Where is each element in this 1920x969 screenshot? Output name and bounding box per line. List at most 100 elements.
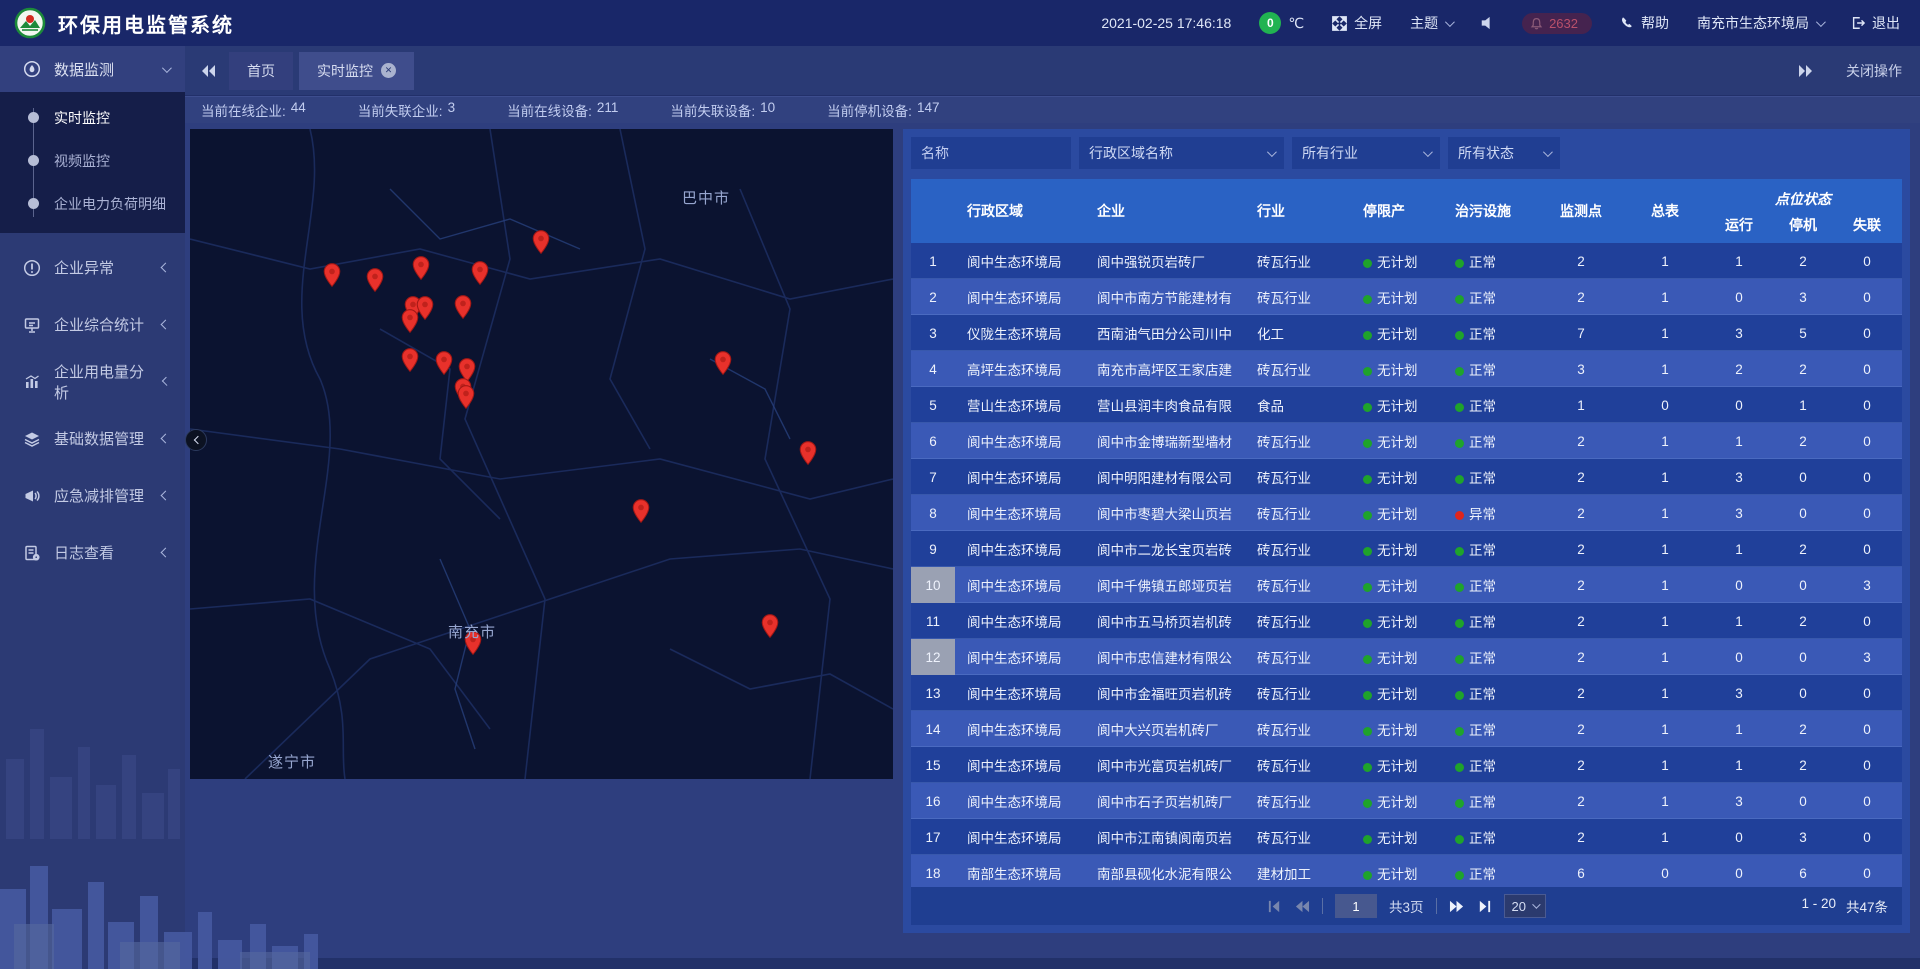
page-size-select[interactable]: 20	[1504, 894, 1546, 918]
fullscreen-button[interactable]: 全屏	[1332, 13, 1382, 33]
status-filter-select[interactable]: 所有状态	[1448, 137, 1560, 169]
table-row[interactable]: 6 阆中生态环境局 阆中市金博瑞新型墙材 砖瓦行业 无计划 正常 2 1 1 2…	[911, 423, 1902, 459]
close-icon[interactable]: ✕	[381, 63, 396, 78]
row-lost-count: 0	[1835, 254, 1899, 269]
bottom-band-decoration	[185, 958, 1920, 969]
row-company: 西南油气田分公司川中	[1085, 323, 1245, 343]
table-row[interactable]: 5 营山生态环境局 营山县润丰肉食品有限 食品 无计划 正常 1 0 0 1 0	[911, 387, 1902, 423]
map-pin-icon[interactable]	[800, 441, 817, 470]
table-row[interactable]: 17 阆中生态环境局 阆中市江南镇阆南页岩 砖瓦行业 无计划 正常 2 1 0 …	[911, 819, 1902, 855]
help-button[interactable]: 帮助	[1620, 13, 1669, 33]
tab-realtime-monitoring[interactable]: 实时监控 ✕	[299, 52, 414, 90]
map-pin-icon[interactable]	[402, 309, 419, 338]
table-row[interactable]: 13 阆中生态环境局 阆中市金福旺页岩机砖 砖瓦行业 无计划 正常 2 1 3 …	[911, 675, 1902, 711]
map-pin-icon[interactable]	[417, 296, 434, 325]
row-running-count: 0	[1707, 398, 1771, 413]
table-row[interactable]: 3 仪陇生态环境局 西南油气田分公司川中 化工 无计划 正常 7 1 3 5 0	[911, 315, 1902, 351]
row-industry: 砖瓦行业	[1245, 467, 1351, 487]
sidebar-item-data-monitoring[interactable]: 数据监测	[0, 46, 185, 92]
table-row[interactable]: 15 阆中生态环境局 阆中市光富页岩机砖厂 砖瓦行业 无计划 正常 2 1 1 …	[911, 747, 1902, 783]
table-row[interactable]: 14 阆中生态环境局 阆中大兴页岩机砖厂 砖瓦行业 无计划 正常 2 1 1 2…	[911, 711, 1902, 747]
tabs-scroll-left-button[interactable]	[195, 64, 223, 78]
row-stopped-count: 2	[1771, 434, 1835, 449]
table-row[interactable]: 12 阆中生态环境局 阆中市忠信建材有限公 砖瓦行业 无计划 正常 2 1 0 …	[911, 639, 1902, 675]
sidebar-item-power-analysis[interactable]: 企业用电量分析	[0, 353, 185, 410]
tab-home[interactable]: 首页	[229, 52, 293, 90]
row-region: 阆中生态环境局	[955, 539, 1085, 559]
table-row[interactable]: 9 阆中生态环境局 阆中市二龙长宝页岩砖 砖瓦行业 无计划 正常 2 1 1 2…	[911, 531, 1902, 567]
sidebar-item-base-data[interactable]: 基础数据管理	[0, 410, 185, 467]
prev-page-button[interactable]	[1294, 899, 1310, 914]
sidebar-item-enterprise-abnormal[interactable]: 企业异常	[0, 239, 185, 296]
table-row[interactable]: 1 阆中生态环境局 阆中强锐页岩砖厂 砖瓦行业 无计划 正常 2 1 1 2 0	[911, 243, 1902, 279]
row-company: 阆中市光富页岩机砖厂	[1085, 755, 1245, 775]
row-stopped-count: 2	[1771, 758, 1835, 773]
map-pin-icon[interactable]	[324, 263, 341, 292]
sidebar-item-log-view[interactable]: 日志查看	[0, 524, 185, 581]
region-filter-select[interactable]: 行政区域名称	[1079, 137, 1284, 169]
table-row[interactable]: 16 阆中生态环境局 阆中市石子页岩机砖厂 砖瓦行业 无计划 正常 2 1 3 …	[911, 783, 1902, 819]
row-monitor-points: 2	[1539, 506, 1623, 521]
map-pin-icon[interactable]	[455, 295, 472, 324]
map-pin-icon[interactable]	[458, 385, 475, 414]
row-monitor-points: 2	[1539, 830, 1623, 845]
industry-filter-select[interactable]: 所有行业	[1292, 137, 1440, 169]
fullscreen-icon	[1332, 16, 1347, 31]
theme-dropdown[interactable]: 主题	[1410, 13, 1452, 33]
row-total-meters: 1	[1623, 686, 1707, 701]
table-row[interactable]: 11 阆中生态环境局 阆中市五马桥页岩机砖 砖瓦行业 无计划 正常 2 1 1 …	[911, 603, 1902, 639]
row-lost-count: 0	[1835, 866, 1899, 881]
tabs-scroll-right-button[interactable]	[1792, 64, 1820, 78]
map-canvas[interactable]: 巴中市南充市遂宁市	[190, 129, 893, 779]
row-running-count: 3	[1707, 506, 1771, 521]
row-industry: 砖瓦行业	[1245, 755, 1351, 775]
row-limit-status: 无计划	[1351, 719, 1443, 739]
table-row[interactable]: 4 高坪生态环境局 南充市高坪区王家店建 砖瓦行业 无计划 正常 3 1 2 2…	[911, 351, 1902, 387]
map-collapse-handle[interactable]	[185, 429, 207, 451]
table-row[interactable]: 10 阆中生态环境局 阆中千佛镇五郎垭页岩 砖瓦行业 无计划 正常 2 1 0 …	[911, 567, 1902, 603]
map-pin-icon[interactable]	[413, 256, 430, 285]
table-row[interactable]: 18 南部生态环境局 南部县砚化水泥有限公 建材加工 无计划 正常 6 0 0 …	[911, 855, 1902, 887]
row-total-meters: 1	[1623, 542, 1707, 557]
sidebar-item-video-monitoring[interactable]: 视频监控	[0, 139, 185, 182]
pagination-bar: 1 共3页 20	[911, 887, 1902, 925]
row-company: 阆中市石子页岩机砖厂	[1085, 791, 1245, 811]
row-monitor-points: 1	[1539, 398, 1623, 413]
row-facility-status: 正常	[1443, 827, 1539, 847]
map-pin-icon[interactable]	[762, 614, 779, 643]
table-row[interactable]: 2 阆中生态环境局 阆中市南方节能建材有 砖瓦行业 无计划 正常 2 1 0 3…	[911, 279, 1902, 315]
map-pin-icon[interactable]	[436, 351, 453, 380]
row-industry: 砖瓦行业	[1245, 791, 1351, 811]
map-pin-icon[interactable]	[402, 348, 419, 377]
mute-button[interactable]	[1480, 16, 1494, 30]
name-filter-input[interactable]	[911, 137, 1071, 169]
row-limit-status: 无计划	[1351, 827, 1443, 847]
table-row[interactable]: 8 阆中生态环境局 阆中市枣碧大梁山页岩 砖瓦行业 无计划 异常 2 1 3 0…	[911, 495, 1902, 531]
map-pin-icon[interactable]	[633, 499, 650, 528]
map-pin-icon[interactable]	[533, 230, 550, 259]
row-industry: 砖瓦行业	[1245, 575, 1351, 595]
table-row[interactable]: 7 阆中生态环境局 阆中明阳建材有限公司 砖瓦行业 无计划 正常 2 1 3 0…	[911, 459, 1902, 495]
last-page-button[interactable]	[1477, 899, 1492, 914]
row-industry: 砖瓦行业	[1245, 539, 1351, 559]
next-page-button[interactable]	[1449, 899, 1465, 914]
close-operations-button[interactable]: 关闭操作	[1846, 61, 1902, 81]
sidebar-item-realtime-monitoring[interactable]: 实时监控	[0, 96, 185, 139]
sidebar-item-power-load-detail[interactable]: 企业电力负荷明细	[0, 182, 185, 225]
app-logo-icon	[14, 7, 46, 39]
org-dropdown[interactable]: 南充市生态环境局	[1697, 13, 1823, 33]
map-pin-icon[interactable]	[472, 261, 489, 290]
row-lost-count: 3	[1835, 650, 1899, 665]
notification-badge[interactable]: 2632	[1522, 13, 1592, 34]
page-number-input[interactable]: 1	[1335, 894, 1377, 918]
map-pin-icon[interactable]	[367, 268, 384, 297]
first-page-button[interactable]	[1267, 899, 1282, 914]
logout-button[interactable]: 退出	[1851, 13, 1900, 33]
row-company: 阆中千佛镇五郎垭页岩	[1085, 575, 1245, 595]
sidebar-item-enterprise-statistics[interactable]: 企业综合统计	[0, 296, 185, 353]
row-lost-count: 0	[1835, 362, 1899, 377]
sidebar-item-emergency-reduction[interactable]: 应急减排管理	[0, 467, 185, 524]
map-pin-icon[interactable]	[715, 351, 732, 380]
row-region: 阆中生态环境局	[955, 431, 1085, 451]
row-facility-status: 正常	[1443, 755, 1539, 775]
